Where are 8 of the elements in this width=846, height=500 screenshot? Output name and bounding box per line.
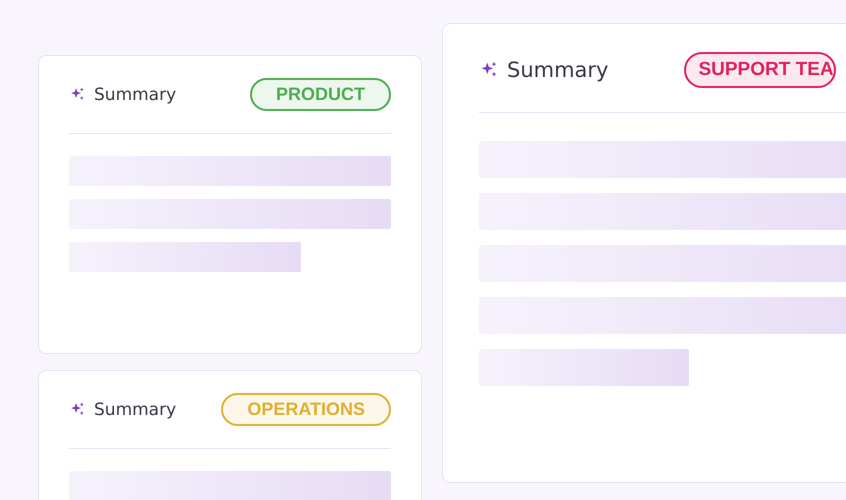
category-tag: OPERATIONS bbox=[221, 393, 391, 426]
category-tag: PRODUCT bbox=[250, 78, 391, 111]
card-title: Summary bbox=[507, 58, 608, 82]
sparkle-icon bbox=[69, 86, 86, 103]
card-title: Summary bbox=[94, 400, 176, 420]
sparkle-icon bbox=[69, 401, 86, 418]
category-tag: SUPPORT TEA bbox=[684, 52, 836, 88]
card-title: Summary bbox=[94, 84, 176, 104]
